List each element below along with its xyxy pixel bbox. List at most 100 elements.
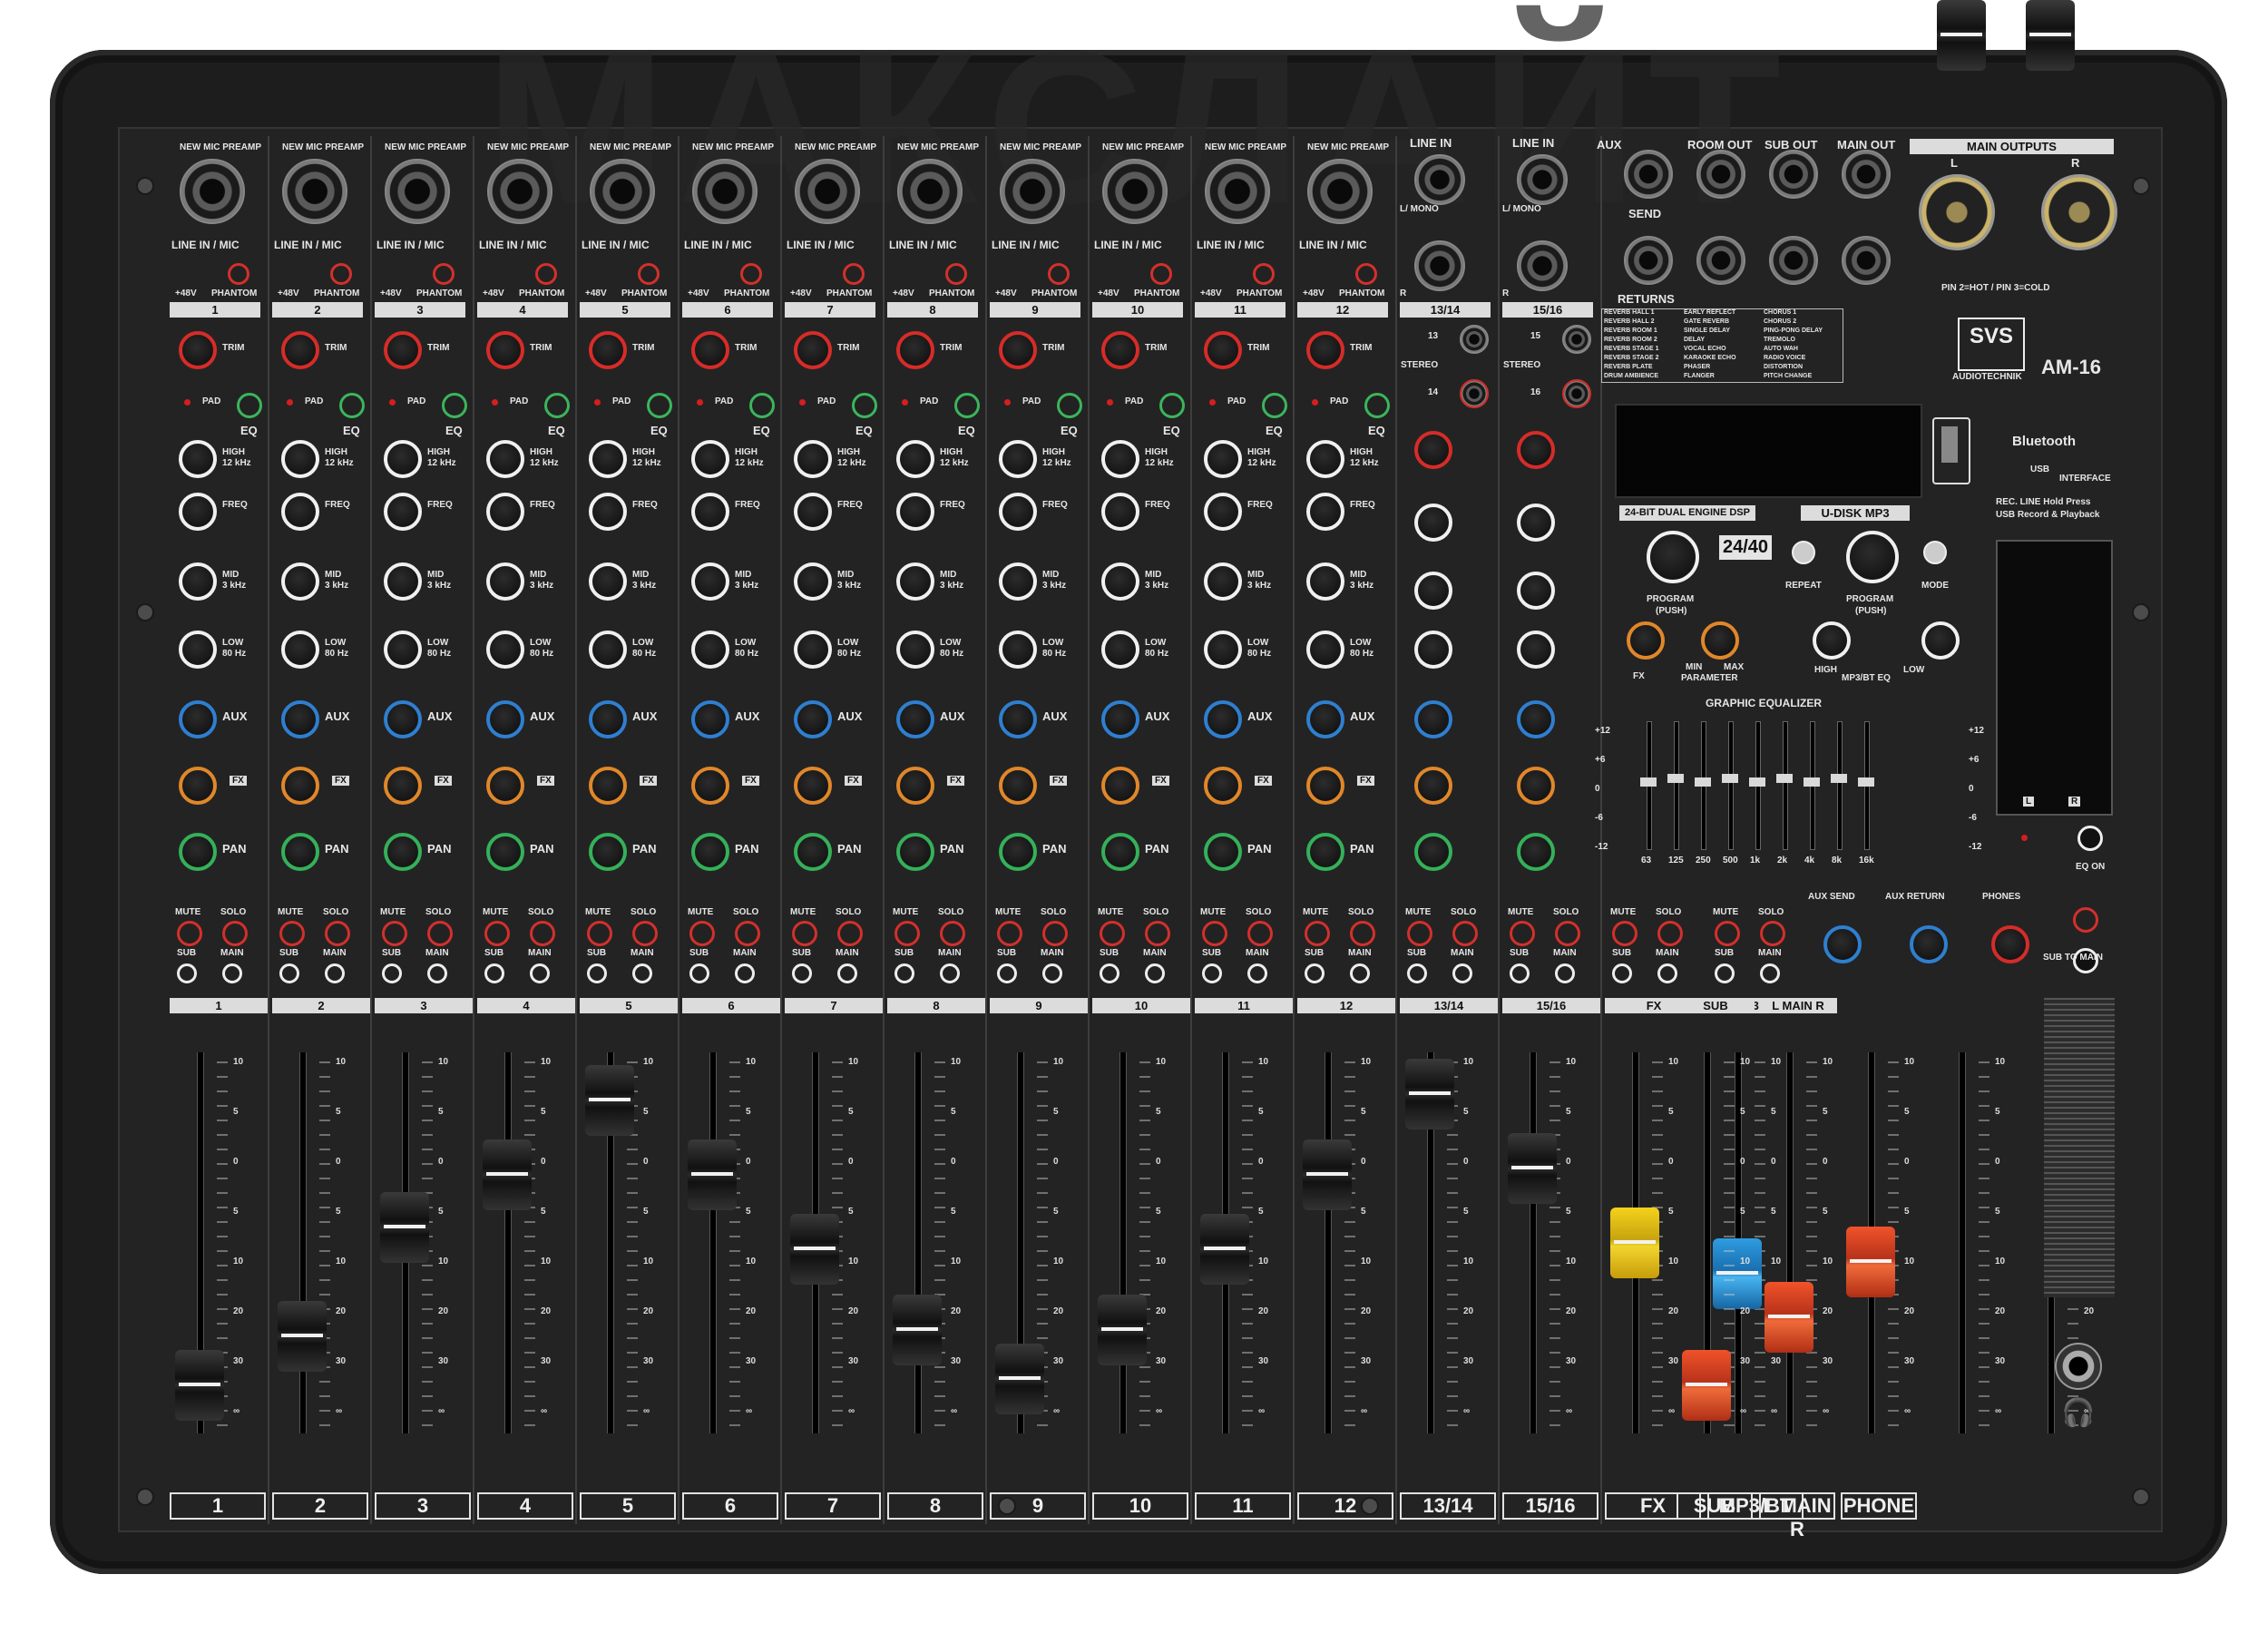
mute-button[interactable] [997, 921, 1022, 946]
phantom-button[interactable] [638, 263, 660, 285]
geq-band-slider[interactable] [1804, 777, 1820, 787]
pan-knob[interactable] [589, 833, 627, 871]
sub-assign-button[interactable] [279, 963, 299, 983]
phantom-button[interactable] [433, 263, 455, 285]
fader-knob[interactable] [1937, 0, 1986, 71]
mid-freq-knob[interactable] [486, 493, 524, 531]
fader-knob[interactable] [380, 1191, 429, 1263]
mid-freq-knob[interactable] [589, 493, 627, 531]
high-eq-knob[interactable] [691, 440, 729, 478]
aux-send-master-knob[interactable] [1823, 925, 1862, 963]
mic-input-jack[interactable] [1000, 159, 1065, 224]
main-assign-button[interactable] [1657, 963, 1677, 983]
fader-knob[interactable] [1303, 1139, 1352, 1210]
pan-knob[interactable] [1517, 833, 1555, 871]
solo-button[interactable] [1042, 921, 1068, 946]
trim-knob[interactable] [794, 331, 832, 369]
phantom-button[interactable] [330, 263, 352, 285]
trim-knob[interactable] [896, 331, 934, 369]
main-assign-button[interactable] [1760, 963, 1780, 983]
fx-knob[interactable] [1414, 767, 1452, 805]
mute-button[interactable] [587, 921, 612, 946]
solo-button[interactable] [325, 921, 350, 946]
trim-knob[interactable] [1414, 431, 1452, 469]
sub-assign-button[interactable] [894, 963, 914, 983]
mid-eq-knob[interactable] [794, 562, 832, 601]
mode-button[interactable] [1923, 541, 1947, 564]
mid-eq-knob[interactable] [486, 562, 524, 601]
aux-knob[interactable] [794, 700, 832, 738]
mic-input-jack[interactable] [180, 159, 245, 224]
pad-button[interactable] [1262, 393, 1287, 418]
mid-eq-knob[interactable] [999, 562, 1037, 601]
fader-knob[interactable] [1846, 1226, 1895, 1297]
mp3-low-knob[interactable] [1921, 621, 1960, 660]
mic-input-jack[interactable] [1307, 159, 1373, 224]
main-to-phones-button[interactable] [2073, 907, 2098, 933]
solo-button[interactable] [530, 921, 555, 946]
fader-knob[interactable] [688, 1139, 737, 1210]
low-eq-knob[interactable] [281, 631, 319, 669]
fx-knob[interactable] [486, 767, 524, 805]
fx-knob[interactable] [896, 767, 934, 805]
mute-button[interactable] [484, 921, 510, 946]
pad-button[interactable] [1159, 393, 1185, 418]
phantom-button[interactable] [1355, 263, 1377, 285]
main-assign-button[interactable] [940, 963, 960, 983]
rca-white-jack[interactable] [1460, 325, 1489, 354]
mid-freq-knob[interactable] [794, 493, 832, 531]
mute-button[interactable] [1100, 921, 1125, 946]
pad-button[interactable] [749, 393, 775, 418]
main-assign-button[interactable] [1042, 963, 1062, 983]
main-assign-button[interactable] [427, 963, 447, 983]
pan-knob[interactable] [1101, 833, 1139, 871]
fader-knob[interactable] [175, 1350, 224, 1422]
line-in-l-jack[interactable] [1517, 154, 1568, 205]
high-eq-knob[interactable] [281, 440, 319, 478]
trim-knob[interactable] [281, 331, 319, 369]
fx-knob[interactable] [281, 767, 319, 805]
main-assign-button[interactable] [1555, 963, 1575, 983]
aux-knob[interactable] [1517, 700, 1555, 738]
fx-knob[interactable] [384, 767, 422, 805]
high-eq-knob[interactable] [1101, 440, 1139, 478]
room-out-l-jack[interactable] [1696, 150, 1745, 199]
pan-knob[interactable] [794, 833, 832, 871]
mid-eq-knob[interactable] [384, 562, 422, 601]
solo-button[interactable] [1452, 921, 1478, 946]
fader-knob[interactable] [2026, 0, 2075, 71]
mute-button[interactable] [792, 921, 817, 946]
repeat-button[interactable] [1792, 541, 1815, 564]
mute-button[interactable] [1510, 921, 1535, 946]
phantom-button[interactable] [1253, 263, 1275, 285]
aux-knob[interactable] [384, 700, 422, 738]
main-output-xlr-l[interactable] [1919, 174, 1995, 250]
line-in-r-jack[interactable] [1517, 240, 1568, 291]
aux-knob[interactable] [486, 700, 524, 738]
aux-knob[interactable] [589, 700, 627, 738]
low-eq-knob[interactable] [1101, 631, 1139, 669]
sub-assign-button[interactable] [1612, 963, 1632, 983]
solo-button[interactable] [1247, 921, 1273, 946]
low-eq-knob[interactable] [896, 631, 934, 669]
trim-knob[interactable] [1204, 331, 1242, 369]
main-assign-button[interactable] [632, 963, 652, 983]
sub-assign-button[interactable] [1202, 963, 1222, 983]
geq-band-slider[interactable] [1695, 777, 1711, 787]
fader-knob[interactable] [278, 1300, 327, 1372]
fx-knob[interactable] [1101, 767, 1139, 805]
fader-knob[interactable] [585, 1064, 634, 1136]
pan-knob[interactable] [384, 833, 422, 871]
mic-input-jack[interactable] [282, 159, 347, 224]
sub-assign-button[interactable] [1305, 963, 1325, 983]
mid-eq-knob[interactable] [1101, 562, 1139, 601]
solo-button[interactable] [632, 921, 658, 946]
aux-knob[interactable] [179, 700, 217, 738]
mid-freq-knob[interactable] [1306, 493, 1344, 531]
trim-knob[interactable] [384, 331, 422, 369]
sub-out-r-jack[interactable] [1769, 236, 1818, 285]
fx-level-knob[interactable] [1627, 621, 1665, 660]
phones-knob[interactable] [1991, 925, 2029, 963]
trim-knob[interactable] [589, 331, 627, 369]
fx-knob[interactable] [1306, 767, 1344, 805]
